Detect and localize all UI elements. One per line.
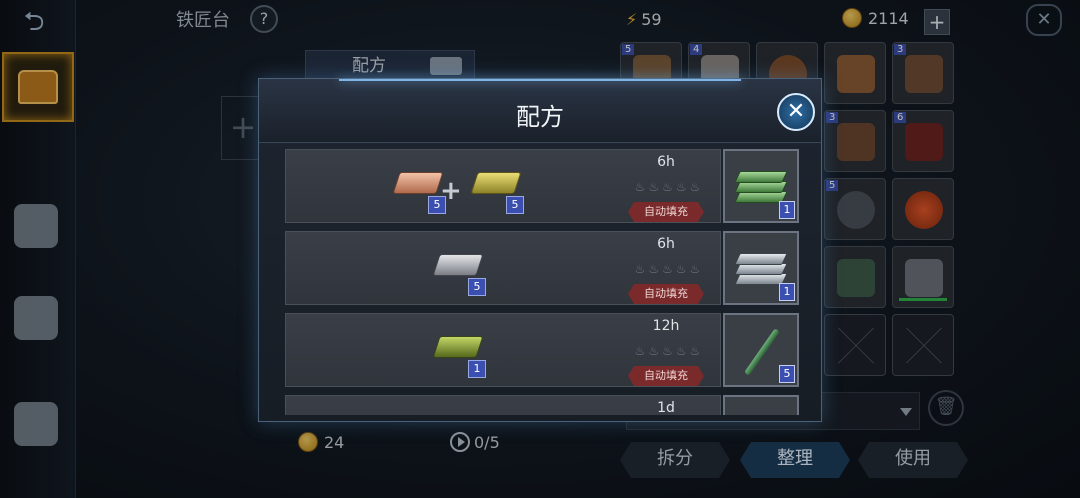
iron-ingot-icon xyxy=(432,254,484,276)
ingredient-count: 5 xyxy=(506,196,524,214)
autofill-button[interactable]: 自动填充 xyxy=(628,202,704,222)
gold-ingot-icon xyxy=(470,172,522,194)
recipe-panel: 5 + 5 6h ♨♨♨♨♨ 自动填充 xyxy=(285,149,721,223)
recipe-row[interactable]: 1 12h ♨♨♨♨♨ 自动填充 5 xyxy=(283,309,803,387)
recipe-row[interactable]: 1d xyxy=(283,391,803,415)
close-icon[interactable]: ✕ xyxy=(777,93,815,131)
ingredient-list: 5 + 5 xyxy=(286,150,616,224)
ingredient-list: 5 xyxy=(286,232,616,306)
craft-time: 1d xyxy=(657,400,675,415)
product-count: 5 xyxy=(779,365,795,383)
recipe-list[interactable]: 5 + 5 6h ♨♨♨♨♨ 自动填充 1 5 6h ♨♨♨♨♨ 自动填充 1 … xyxy=(283,145,803,415)
craft-time: 6h xyxy=(657,236,675,252)
ingredient-count: 1 xyxy=(468,360,486,378)
modal-title: 配方 xyxy=(516,103,564,131)
modal-header: 配方 ✕ xyxy=(259,79,821,143)
ingredient[interactable]: 5 xyxy=(468,160,528,214)
autofill-button[interactable]: 自动填充 xyxy=(628,284,704,304)
recipe-panel: 1d xyxy=(285,395,721,415)
product-slot[interactable]: 5 xyxy=(723,313,799,387)
flame-icons: ♨♨♨♨♨ xyxy=(634,344,704,358)
recipe-modal: 配方 ✕ 5 + 5 6h ♨♨♨♨♨ 自动填充 1 5 6h ♨♨♨♨♨ 自动… xyxy=(258,78,822,422)
recipe-row[interactable]: 5 6h ♨♨♨♨♨ 自动填充 1 xyxy=(283,227,803,305)
craft-time: 12h xyxy=(652,318,680,334)
product-slot[interactable]: 1 xyxy=(723,149,799,223)
plus-icon: + xyxy=(440,176,462,206)
jade-ingot-icon xyxy=(432,336,484,358)
product-slot[interactable]: 1 xyxy=(723,231,799,305)
recipe-panel: 1 12h ♨♨♨♨♨ 自动填充 xyxy=(285,313,721,387)
flame-icons: ♨♨♨♨♨ xyxy=(634,262,704,276)
craft-time: 6h xyxy=(657,154,675,170)
product-count: 1 xyxy=(779,283,795,301)
recipe-panel: 5 6h ♨♨♨♨♨ 自动填充 xyxy=(285,231,721,305)
autofill-button[interactable]: 自动填充 xyxy=(628,366,704,386)
ingredient-list: 1 xyxy=(286,314,616,388)
flame-icons: ♨♨♨♨♨ xyxy=(634,180,704,194)
ingredient[interactable]: 5 xyxy=(430,242,490,296)
ingredient-count: 5 xyxy=(468,278,486,296)
ingredient[interactable]: 1 xyxy=(430,324,490,378)
copper-ingot-icon xyxy=(392,172,444,194)
recipe-row[interactable]: 5 + 5 6h ♨♨♨♨♨ 自动填充 1 xyxy=(283,145,803,223)
product-slot[interactable] xyxy=(723,395,799,415)
product-count: 1 xyxy=(779,201,795,219)
